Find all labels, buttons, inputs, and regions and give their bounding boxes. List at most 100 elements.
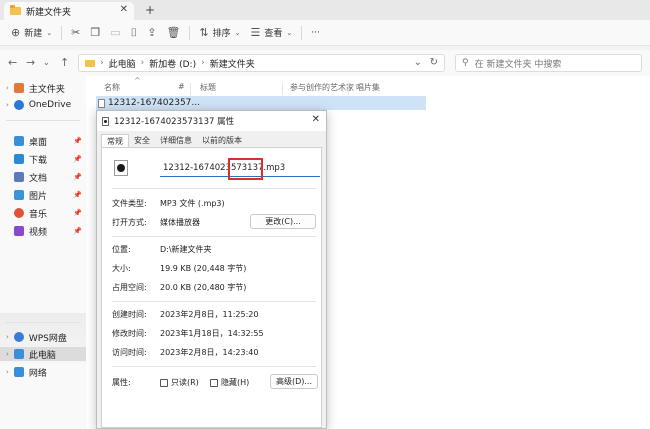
- column-header-artist[interactable]: 参与创作的艺术家: [290, 82, 354, 96]
- copy-icon: ❐: [90, 26, 101, 39]
- sort-button[interactable]: ⇅ 排序 ⌄: [194, 23, 245, 43]
- new-button[interactable]: ⊕ 新建 ⌄: [6, 23, 57, 43]
- tab-security[interactable]: 安全: [129, 134, 155, 147]
- navigation-pane: › 主文件夹 › OneDrive 桌面 📌 下载 📌 文档 📌 图片 📌 音乐…: [0, 76, 86, 429]
- readonly-checkbox[interactable]: 只读(R): [160, 377, 199, 388]
- folder-icon: [85, 59, 95, 67]
- share-icon: ⇪: [147, 26, 157, 39]
- scissors-icon: ✂: [71, 26, 81, 39]
- folder-icon: [10, 5, 21, 15]
- dialog-title-bar: 12312-1674023573137 属性 ✕: [97, 111, 326, 131]
- pin-icon[interactable]: 📌: [73, 137, 82, 145]
- pin-icon[interactable]: 📌: [73, 191, 82, 199]
- sidebar-item-desktop[interactable]: 桌面 📌: [14, 134, 86, 148]
- hidden-checkbox[interactable]: 隐藏(H): [210, 377, 249, 388]
- close-icon[interactable]: ✕: [312, 114, 320, 125]
- sidebar-item-wps-cloud[interactable]: › WPS网盘: [6, 330, 86, 344]
- column-header-name[interactable]: 名称: [104, 82, 120, 96]
- sidebar-item-pictures[interactable]: 图片 📌: [14, 188, 86, 202]
- desktop-icon: [14, 136, 24, 146]
- cut-button[interactable]: ✂: [66, 23, 85, 43]
- pin-icon[interactable]: 📌: [73, 155, 82, 163]
- column-header-album[interactable]: 唱片集: [356, 82, 380, 96]
- location-value: D:\新建文件夹: [160, 245, 212, 254]
- sidebar-item-label: WPS网盘: [28, 333, 67, 344]
- advanced-button[interactable]: 高级(D)...: [270, 374, 318, 389]
- back-arrow-icon[interactable]: ←: [8, 56, 17, 69]
- column-header-number[interactable]: #: [178, 82, 185, 96]
- table-row[interactable]: 12312-167402357...: [96, 96, 426, 110]
- sidebar-item-onedrive[interactable]: › OneDrive: [6, 98, 86, 112]
- search-icon: ⚲: [462, 58, 469, 68]
- properties-dialog: 12312-1674023573137 属性 ✕ 常规 安全 详细信息 以前的版…: [96, 110, 327, 429]
- paste-button[interactable]: ▭: [105, 23, 125, 43]
- file-name-value: 12312-1674023573137.mp3: [163, 163, 286, 173]
- new-button-label: 新建: [24, 29, 43, 39]
- sidebar-item-downloads[interactable]: 下载 📌: [14, 152, 86, 166]
- sidebar-item-label: 此电脑: [28, 350, 56, 361]
- column-header-title[interactable]: 标题: [200, 82, 216, 96]
- close-tab-icon[interactable]: ✕: [120, 4, 128, 15]
- sidebar-item-label: 视频: [29, 227, 48, 238]
- sidebar-item-videos[interactable]: 视频 📌: [14, 224, 86, 238]
- divider: [112, 301, 316, 302]
- pin-icon[interactable]: 📌: [73, 173, 82, 181]
- rename-button[interactable]: ⌷: [126, 23, 143, 43]
- breadcrumb-new-folder[interactable]: 新建文件夹: [210, 57, 255, 70]
- size-label: 大小:: [112, 264, 131, 273]
- expand-chevron-icon: ›: [6, 333, 9, 341]
- chevron-down-icon: ⌄: [234, 28, 241, 37]
- toolbar-divider: [301, 25, 303, 40]
- file-type-value: MP3 文件 (.mp3): [160, 199, 225, 208]
- modified-value: 2023年1月18日，14:32:55: [160, 329, 264, 338]
- expand-chevron-icon: ›: [6, 84, 9, 92]
- sort-icon: ⇅: [199, 26, 209, 39]
- forward-arrow-icon[interactable]: →: [26, 56, 35, 69]
- address-bar[interactable]: › 此电脑 › 新加卷 (D:) › 新建文件夹 ⌄ ↻: [78, 54, 445, 72]
- file-name: 12312-167402357...: [108, 98, 200, 108]
- created-label: 创建时间:: [112, 310, 147, 319]
- expand-chevron-icon: ›: [6, 350, 9, 358]
- picture-icon: [14, 190, 24, 200]
- breadcrumb-this-pc[interactable]: 此电脑: [109, 57, 136, 70]
- refresh-icon[interactable]: ↻: [430, 57, 438, 68]
- column-divider[interactable]: [282, 83, 283, 95]
- breadcrumb-chevron-icon: ›: [140, 58, 145, 68]
- tab-previous-versions[interactable]: 以前的版本: [197, 134, 247, 147]
- view-button[interactable]: ☰ 查看 ⌄: [246, 23, 298, 43]
- dropdown-chevron-icon[interactable]: ⌄: [414, 57, 422, 68]
- dialog-title: 12312-1674023573137 属性: [114, 117, 235, 127]
- sidebar-item-documents[interactable]: 文档 📌: [14, 170, 86, 184]
- share-button[interactable]: ⇪: [142, 23, 161, 43]
- history-chevron-icon[interactable]: ⌄: [43, 58, 50, 67]
- change-button[interactable]: 更改(C)...: [250, 214, 316, 229]
- pin-icon[interactable]: 📌: [73, 209, 82, 217]
- accessed-label: 访问时间:: [112, 348, 147, 357]
- copy-button[interactable]: ❐: [85, 23, 105, 43]
- more-button[interactable]: ···: [306, 23, 325, 43]
- breadcrumb-chevron-icon: ›: [100, 58, 104, 68]
- pin-icon[interactable]: 📌: [73, 227, 82, 235]
- open-with-value: 媒体播放器: [160, 218, 200, 227]
- sidebar-item-label: 下载: [29, 155, 48, 166]
- search-input[interactable]: ⚲ 在 新建文件夹 中搜索: [455, 54, 642, 72]
- address-row: ← → ⌄ ↑ › 此电脑 › 新加卷 (D:) › 新建文件夹 ⌄ ↻ ⚲ 在…: [0, 50, 650, 76]
- sidebar-item-this-pc[interactable]: › 此电脑: [0, 347, 86, 361]
- readonly-label: 只读(R): [171, 378, 199, 387]
- new-tab-button[interactable]: +: [145, 3, 155, 17]
- column-divider[interactable]: [190, 83, 191, 95]
- wps-cloud-icon: [13, 332, 24, 342]
- sidebar-item-home[interactable]: › 主文件夹: [6, 81, 86, 95]
- delete-button[interactable]: 🗑: [161, 23, 185, 43]
- sidebar-item-label: 网络: [28, 368, 47, 379]
- column-divider[interactable]: [348, 83, 349, 95]
- breadcrumb-drive-d[interactable]: 新加卷 (D:): [149, 57, 196, 70]
- up-arrow-icon[interactable]: ↑: [60, 56, 69, 69]
- tab-general[interactable]: 常规: [101, 134, 129, 147]
- tab-new-folder[interactable]: 新建文件夹 ✕: [4, 2, 134, 20]
- tab-details[interactable]: 详细信息: [155, 134, 197, 147]
- breadcrumb-chevron-icon: ›: [201, 58, 205, 68]
- sidebar-divider: [6, 120, 80, 121]
- sidebar-item-network[interactable]: › 网络: [6, 365, 86, 379]
- sidebar-item-music[interactable]: 音乐 📌: [14, 206, 86, 220]
